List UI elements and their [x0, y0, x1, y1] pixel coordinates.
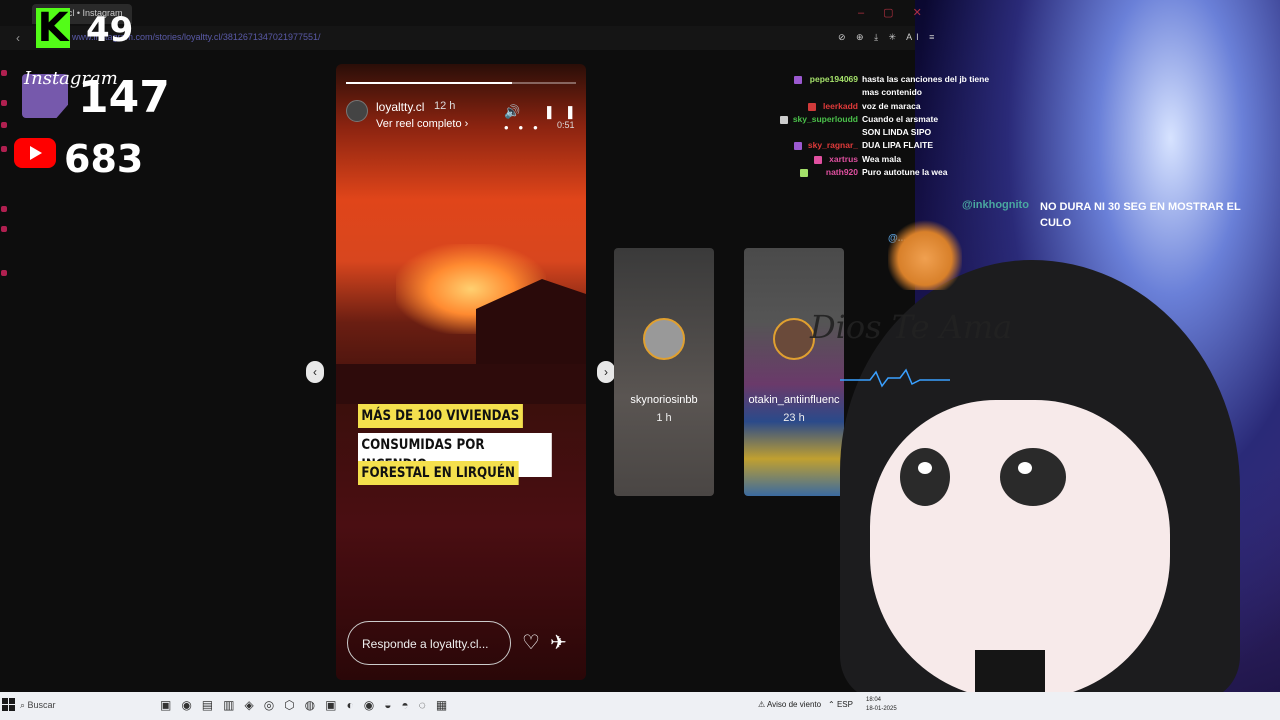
chat-text: Wea mala — [862, 153, 902, 164]
chat-text: DUA LIPA FLAITE — [862, 140, 933, 151]
chat-username: sky_superloudd — [792, 113, 858, 124]
rail-dot[interactable] — [1, 206, 7, 212]
rail-dot[interactable] — [1, 122, 7, 128]
heartbeat-line-icon — [840, 368, 950, 388]
kick-icon: K — [36, 5, 70, 51]
chat-message: xartrus Wea mala — [780, 154, 1040, 167]
desktop: loyaltty.cl • Instagram – ▢ ✕ ‹ www.inst… — [0, 0, 1280, 720]
back-arrow-icon[interactable]: ‹ — [16, 31, 20, 45]
story-card[interactable]: loyaltty.cl 12 h Ver reel completo › 🔊 ❚… — [336, 64, 586, 680]
browser-titlebar — [0, 0, 915, 26]
chat-badge-icon — [800, 169, 808, 178]
chat-username: sky_ragnar_ — [807, 140, 858, 151]
chat-message: SON LINDA SIPO — [780, 127, 1040, 140]
chat-badge-icon — [780, 115, 788, 124]
system-clock[interactable]: 18:04 18-01-2025 — [866, 696, 897, 714]
chat-badge-icon — [794, 142, 802, 151]
chat-message: leerkadd voz de maraca — [780, 101, 1040, 114]
windows-start-icon[interactable] — [2, 698, 16, 712]
windows-taskbar: ⌕ Buscar ▣◉▤▥◈◎⬡◍▣◐◉◒◓◌▦ ⚠ Aviso de vien… — [0, 692, 1280, 720]
chat-text: Puro autotune la wea — [862, 167, 948, 178]
chat-username: nath920 — [825, 167, 858, 178]
rail-dot[interactable] — [1, 270, 7, 276]
chat-message: mas contenido — [780, 87, 1040, 100]
ground — [336, 364, 586, 404]
story-progress-fill — [346, 82, 512, 84]
preview-avatar — [643, 318, 685, 360]
search-icon: ⌕ — [20, 700, 28, 710]
chat-username: xartrus — [829, 153, 858, 164]
view-full-reel-link[interactable]: Ver reel completo › — [376, 118, 468, 130]
vtuber-eye-right — [1000, 448, 1066, 506]
chat-username: leerkadd — [823, 100, 858, 111]
chat-message: sky_ragnar_ DUA LIPA FLAITE — [780, 140, 1040, 153]
story-progress-bar — [346, 82, 576, 84]
next-story-button[interactable]: › — [597, 361, 615, 383]
story-duration: 0:51 — [557, 120, 575, 130]
language-label: ESP — [836, 700, 853, 709]
headline-line-3: FORESTAL EN LIRQUÉN — [358, 461, 519, 485]
warning-icon: ⚠ — [758, 700, 767, 709]
clock-time: 18:04 — [866, 697, 882, 703]
chevron-up-icon: ⌃ — [828, 700, 837, 709]
preview-username: skynoriosinbb — [630, 394, 698, 406]
clock-date: 18-01-2025 — [866, 706, 897, 712]
chat-text: voz de maraca — [862, 100, 921, 111]
youtube-viewer-count: 683 — [64, 137, 144, 181]
heart-icon[interactable]: ♡ — [522, 630, 540, 655]
story-preview-card[interactable]: otakin_antiinfluenc 23 h — [744, 248, 844, 496]
search-label: Buscar — [27, 700, 56, 710]
cat-sticker — [888, 220, 962, 290]
reply-input[interactable]: Responde a loyaltty.cl... — [347, 621, 511, 665]
left-sidebar-rail — [0, 50, 10, 690]
rail-dot[interactable] — [1, 70, 7, 76]
hair-scribble-text: Dios Te Ama — [810, 308, 1013, 346]
story-time: 12 h — [434, 100, 456, 112]
preview-username: otakin_antiinfluenc — [748, 394, 840, 406]
rail-dot[interactable] — [1, 146, 7, 152]
preview-avatar — [773, 318, 815, 360]
story-preview-card[interactable]: skynoriosinbb 1 h — [614, 248, 714, 496]
chat-username: pepe194069 — [809, 74, 858, 84]
story-avatar[interactable] — [346, 100, 368, 122]
weather-label: Aviso de viento — [766, 700, 822, 709]
chat-text: SON LINDA SIPO — [862, 127, 932, 138]
mention-username: @inkhognito — [962, 199, 1029, 211]
chat-text: hasta las canciones del jb tiene — [862, 74, 990, 84]
chat-message: nath920 Puro autotune la wea — [780, 167, 1040, 180]
preview-time: 1 h — [656, 412, 672, 424]
rail-dot[interactable] — [1, 100, 7, 106]
chat-badge-icon — [794, 76, 802, 84]
send-icon[interactable]: ✈ — [550, 630, 567, 655]
kick-viewer-count: 49 — [86, 10, 134, 50]
youtube-icon — [14, 138, 56, 168]
chat-message: pepe194069 hasta las canciones del jb tie… — [780, 74, 1040, 87]
chat-message: sky_superloudd Cuando el arsmate — [780, 114, 1040, 127]
stream-chat: pepe194069 hasta las canciones del jb tie… — [780, 74, 1040, 180]
prev-story-button[interactable]: ‹ — [306, 361, 324, 383]
chat-text: mas contenido — [862, 87, 922, 98]
window-controls[interactable]: – ▢ ✕ — [858, 6, 930, 19]
story-username[interactable]: loyaltty.cl — [376, 100, 424, 114]
vtuber-eye-left — [900, 448, 950, 506]
mention-message: NO DURA NI 30 SEG EN MOSTRAR EL CULO — [1040, 201, 1241, 229]
twitch-viewer-count: 147 — [78, 72, 170, 123]
taskbar-apps[interactable]: ▣◉▤▥◈◎⬡◍▣◐◉◒◓◌▦ — [160, 698, 457, 712]
rail-dot[interactable] — [1, 226, 7, 232]
taskbar-search[interactable]: ⌕ Buscar — [20, 697, 150, 715]
headline-line-1: MÁS DE 100 VIVIENDAS — [358, 404, 523, 428]
chat-badge-icon — [814, 155, 822, 164]
chat-text: Cuando el arsmate — [862, 113, 939, 124]
weather-alert[interactable]: ⚠ Aviso de viento — [758, 700, 821, 709]
preview-time: 23 h — [783, 412, 805, 424]
chat-badge-icon — [808, 102, 816, 111]
vtuber-tie — [975, 650, 1045, 692]
extension-icons[interactable]: ⊘ ⊕ ⤓ ✳ AI ≡ — [838, 32, 938, 43]
language-indicator[interactable]: ⌃ ESP — [828, 700, 853, 709]
